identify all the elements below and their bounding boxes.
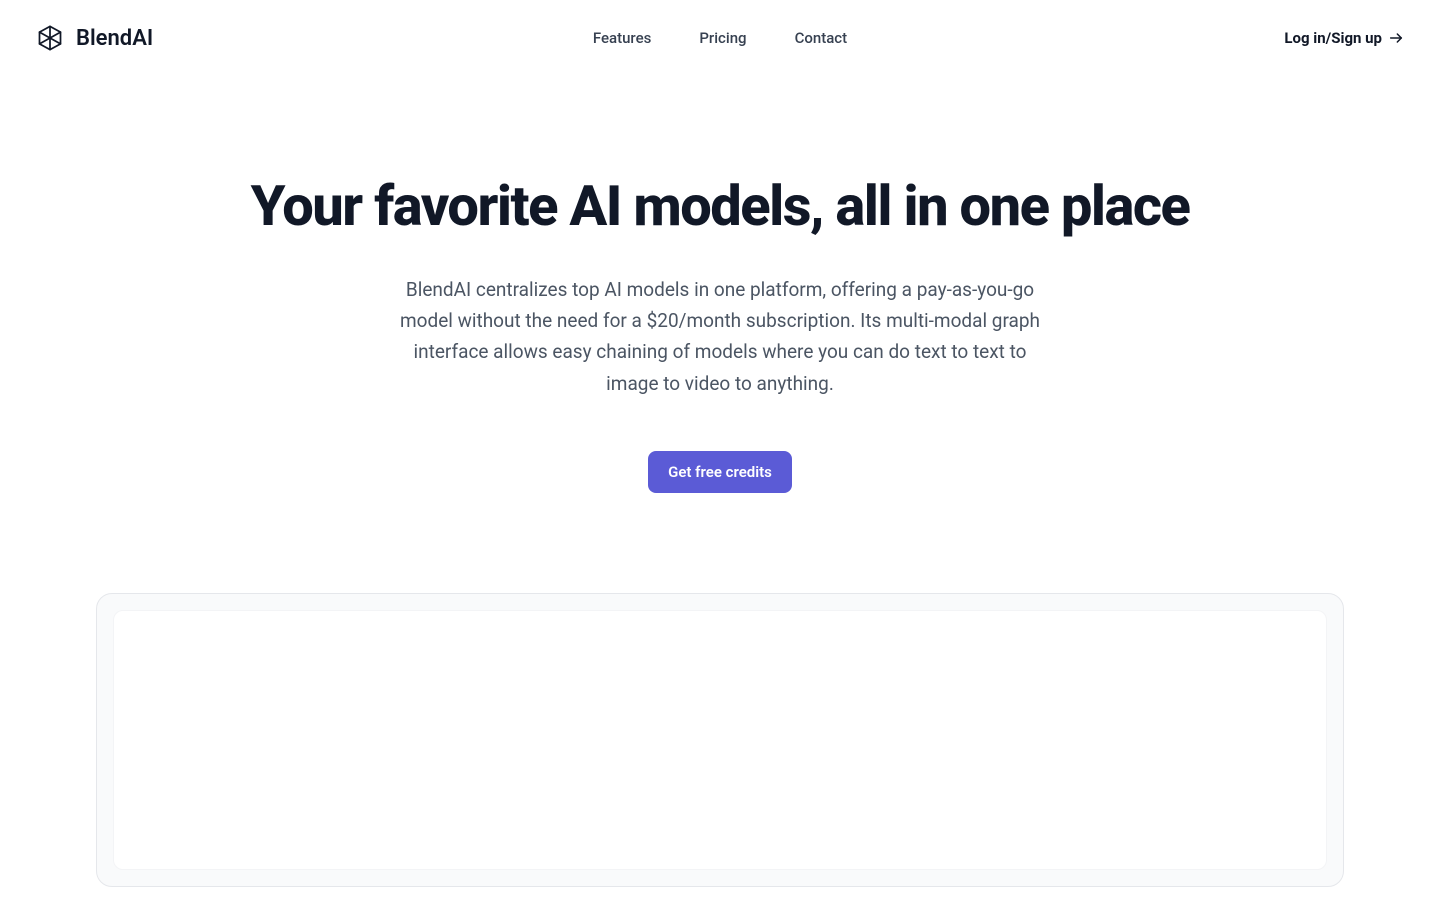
site-header: BlendAI Features Pricing Contact Log in/… bbox=[0, 0, 1440, 76]
arrow-right-icon bbox=[1388, 30, 1404, 46]
nav-features[interactable]: Features bbox=[593, 29, 651, 47]
hero-description: BlendAI centralizes top AI models in one… bbox=[390, 274, 1050, 399]
cube-icon bbox=[36, 24, 64, 52]
hero-section: Your favorite AI models, all in one plac… bbox=[170, 76, 1270, 553]
nav-pricing[interactable]: Pricing bbox=[699, 29, 746, 47]
product-preview-placeholder bbox=[113, 610, 1327, 870]
get-free-credits-button[interactable]: Get free credits bbox=[648, 451, 792, 493]
login-signup-link[interactable]: Log in/Sign up bbox=[1284, 29, 1404, 47]
nav-contact[interactable]: Contact bbox=[795, 29, 848, 47]
login-signup-label: Log in/Sign up bbox=[1284, 29, 1382, 47]
brand-logo-group[interactable]: BlendAI bbox=[36, 24, 153, 52]
main-nav: Features Pricing Contact bbox=[593, 29, 847, 47]
brand-name: BlendAI bbox=[76, 26, 153, 51]
hero-title: Your favorite AI models, all in one plac… bbox=[210, 176, 1230, 238]
product-preview-card bbox=[96, 593, 1344, 887]
